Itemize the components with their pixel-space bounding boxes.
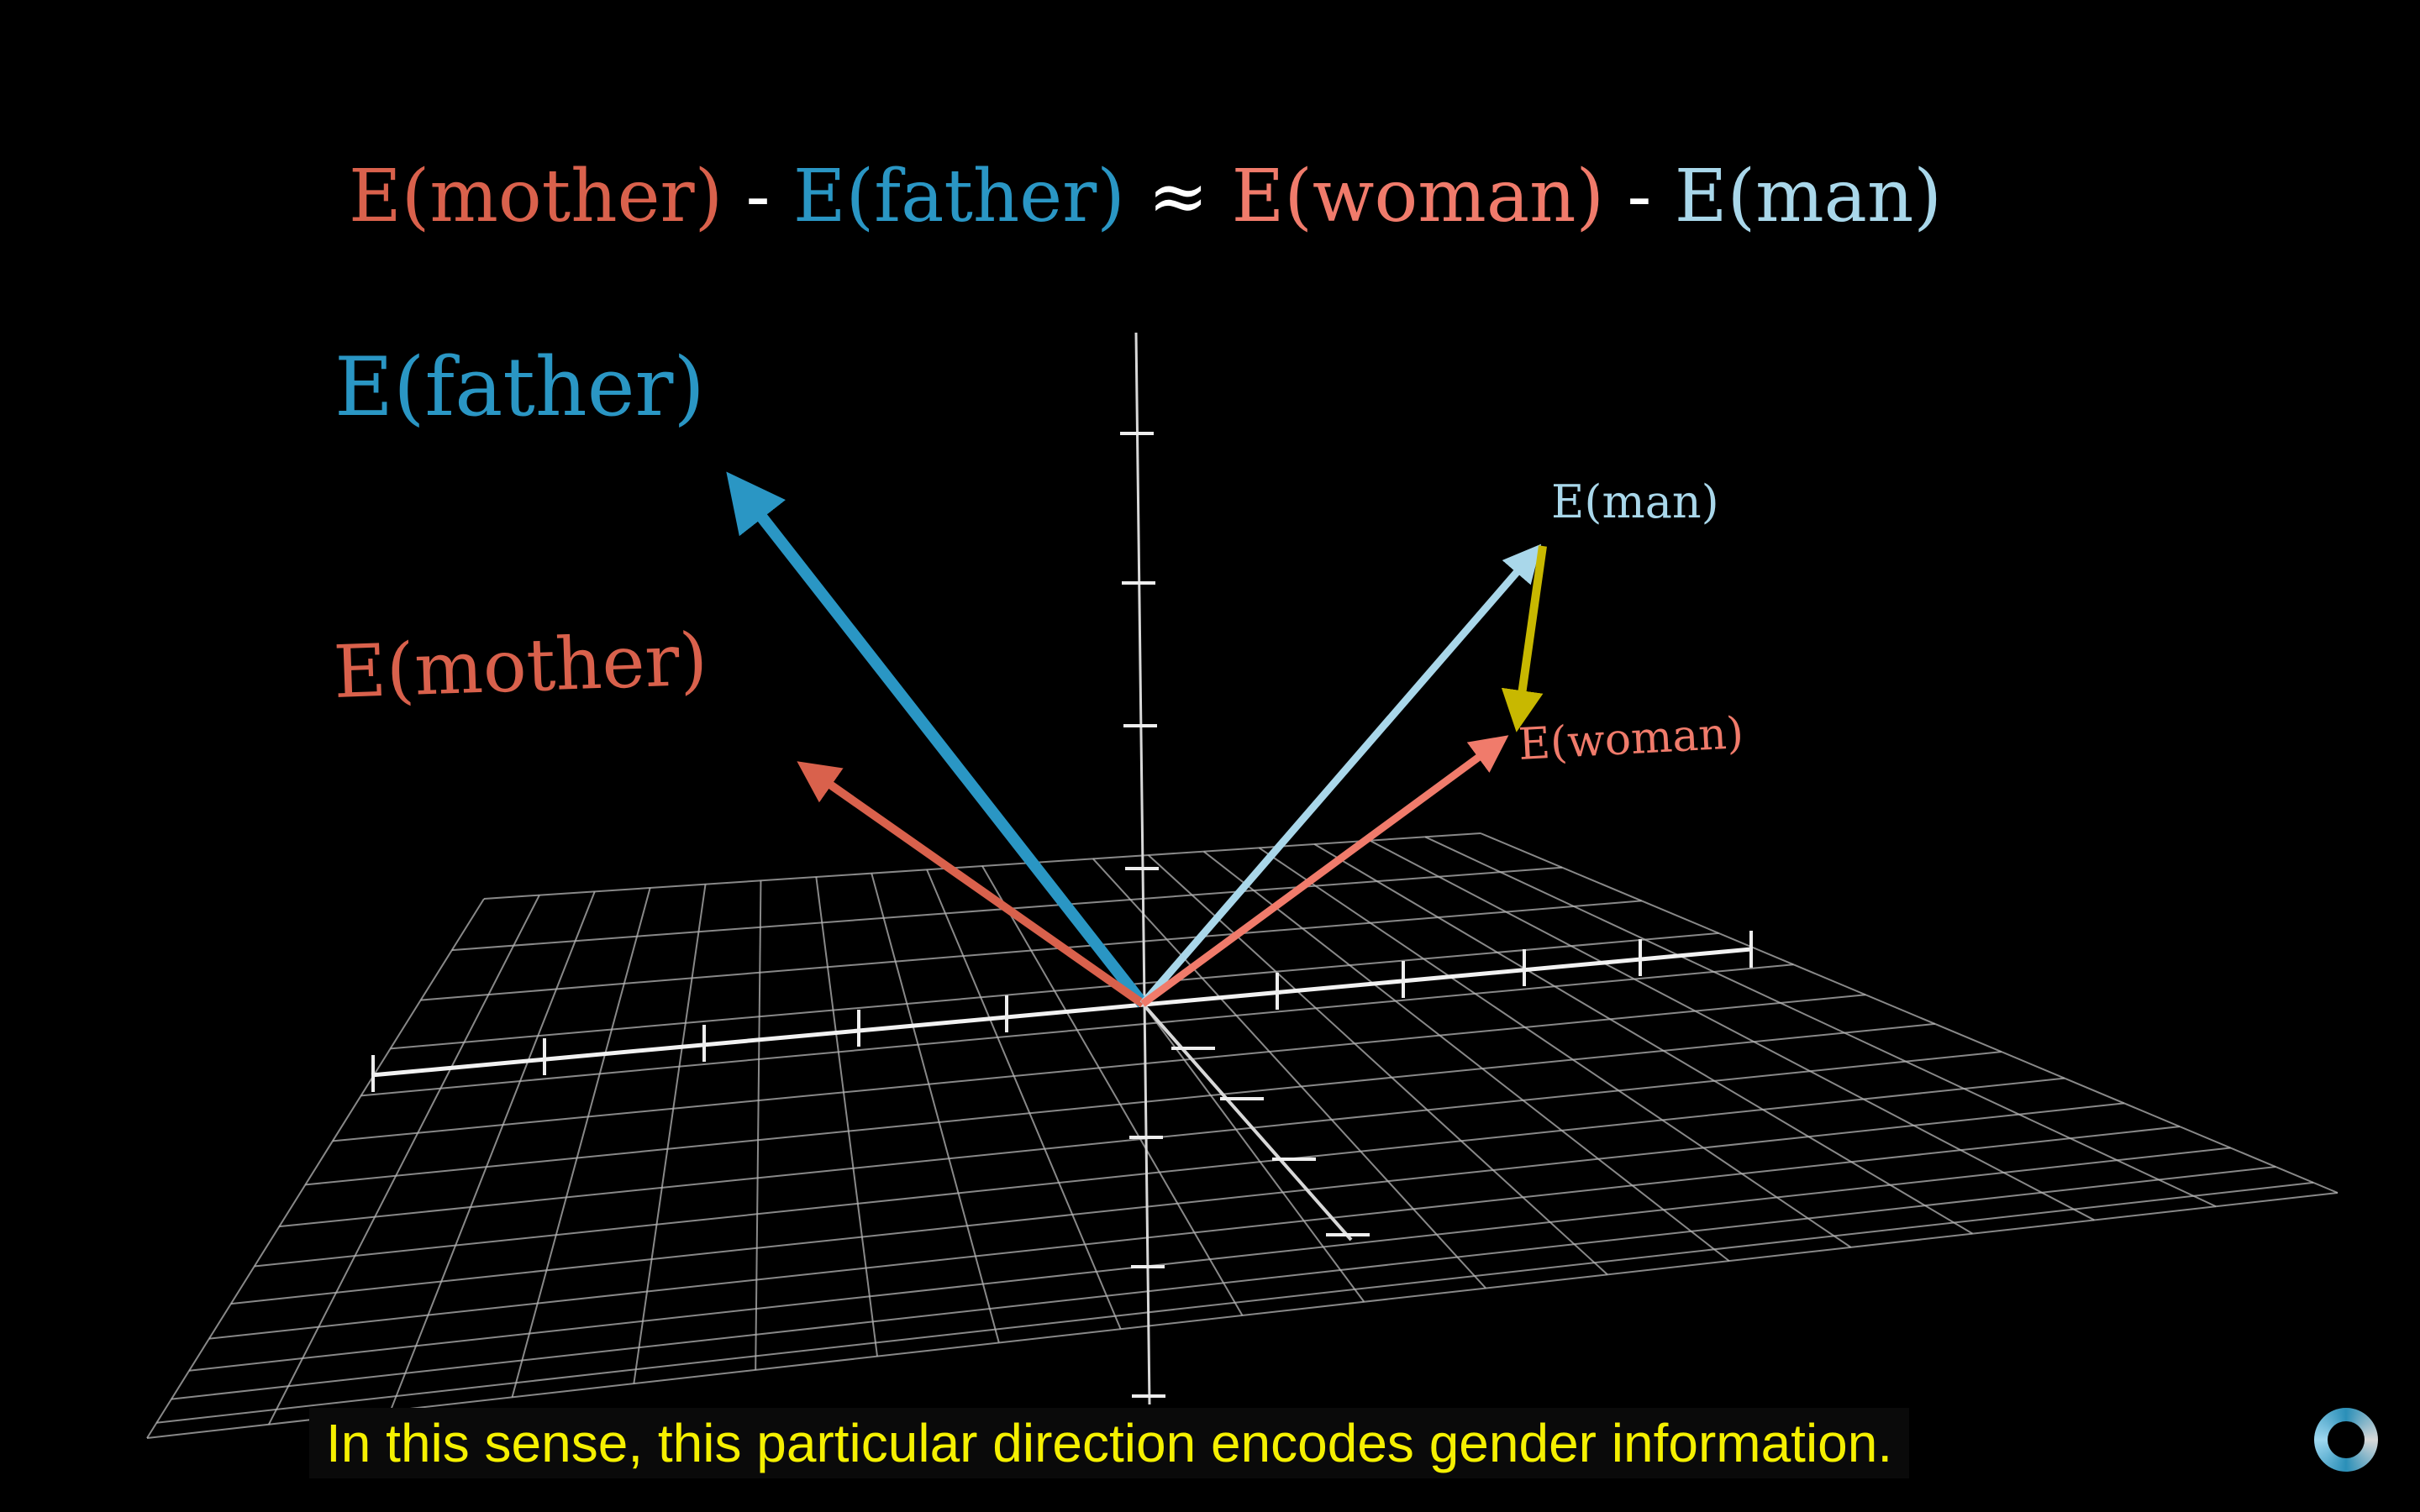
grid-line-depth [1480, 832, 2338, 1194]
grid-line-width [360, 963, 1794, 1097]
grid-line-width [332, 994, 1866, 1142]
equation-minus-2: - [1604, 155, 1675, 239]
equation-woman: E(woman) [1232, 155, 1604, 239]
subtitle-caption: In this sense, this particular direction… [309, 1408, 1910, 1478]
label-mother: E(mother) [332, 618, 708, 715]
grid-line-depth [389, 890, 596, 1411]
label-woman: E(woman) [1518, 708, 1745, 770]
equation-man: E(man) [1675, 155, 1942, 239]
grid-line-depth [755, 880, 762, 1370]
grid-line-width [254, 1077, 2065, 1268]
axis-ticks [371, 432, 1753, 1398]
grid-line-depth [1424, 836, 2217, 1208]
grid-line-depth [633, 884, 707, 1384]
equation: E(mother) - E(father) ≈ E(woman) - E(man… [349, 155, 1942, 239]
vector-mother [797, 761, 1145, 1008]
grid-line-depth [511, 887, 651, 1398]
grid-line-width [146, 1192, 2338, 1439]
grid-line-depth [871, 873, 1000, 1343]
equation-mother: E(mother) [349, 155, 723, 239]
x-axis [371, 947, 1752, 1078]
grid-line-depth [1313, 843, 1974, 1235]
equation-approx: ≈ [1125, 155, 1232, 239]
grid-line-depth [1202, 850, 1730, 1262]
grid-line-width [305, 1022, 1935, 1186]
vector-woman [1140, 735, 1509, 1007]
vector-father [726, 471, 1148, 1008]
grid-line-depth [1369, 839, 2095, 1221]
ground-plane-grid [146, 832, 2338, 1439]
label-father: E(father) [334, 340, 705, 434]
grid-line-width [156, 1181, 2314, 1424]
grid-line-width [230, 1102, 2125, 1305]
equation-father: E(father) [793, 155, 1125, 239]
vector-space-diagram: E(mother) - E(father) ≈ E(woman) - E(man… [146, 155, 2338, 1439]
grid-line-depth [267, 895, 540, 1425]
grid-line-width [420, 900, 1642, 1001]
grid-line-width [189, 1147, 2231, 1372]
grid-line-depth [815, 876, 878, 1357]
label-man: E(man) [1551, 475, 1719, 528]
equation-minus-1: - [723, 155, 793, 239]
grid-line-width [171, 1166, 2276, 1400]
loading-spinner-icon [2314, 1408, 2378, 1472]
